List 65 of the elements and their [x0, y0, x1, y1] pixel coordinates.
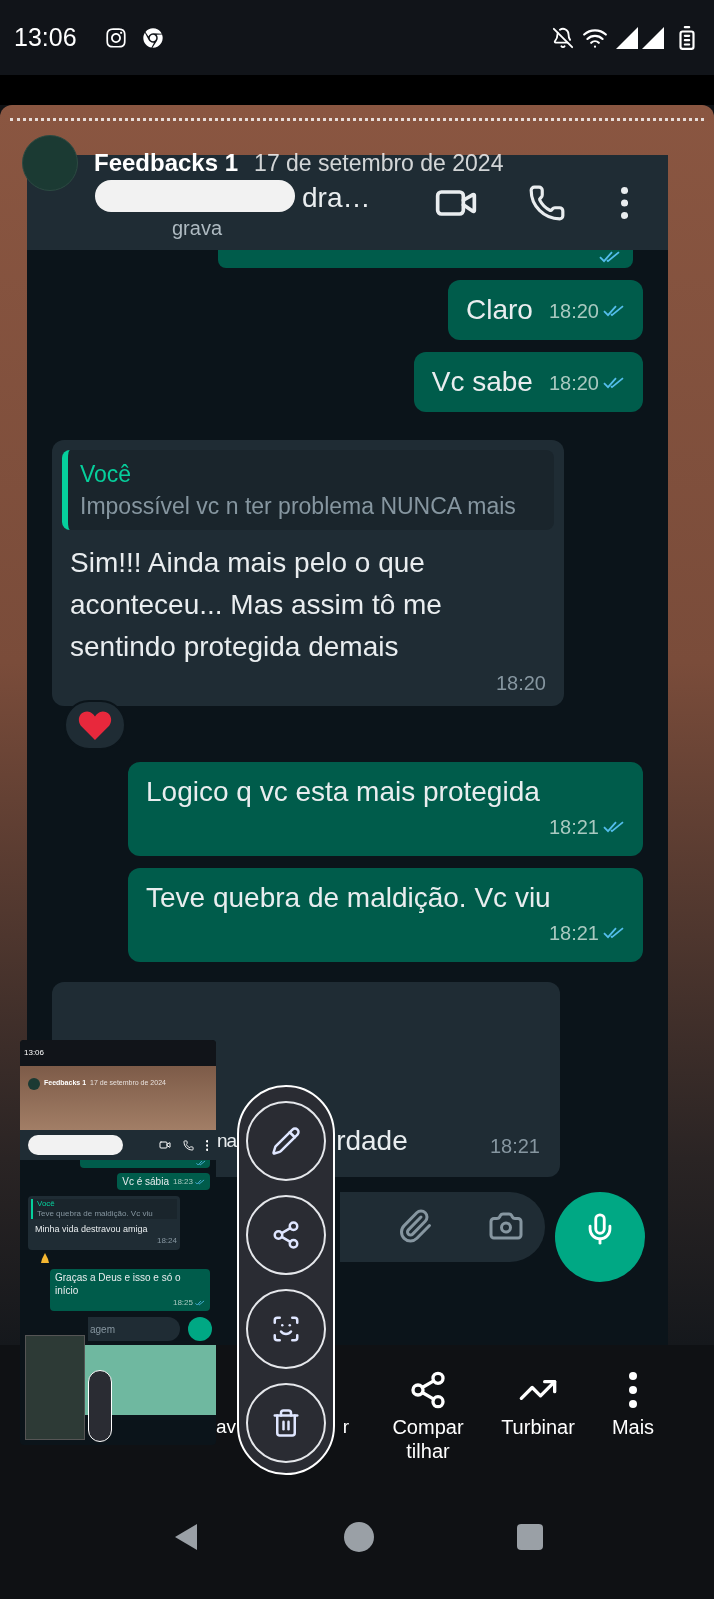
message-time: 18:20	[495, 671, 547, 696]
quoted-message[interactable]: Você Impossível vc n ter problema NUNCA mais	[62, 450, 554, 530]
contact-name: dra…	[302, 180, 371, 215]
action-button[interactable]: r	[336, 1365, 356, 1439]
home-button[interactable]	[344, 1522, 374, 1552]
signal-icon	[616, 26, 666, 49]
message-text: Minha vida destravou amiga	[34, 1223, 149, 1235]
nested-toolbar	[88, 1370, 112, 1442]
toolbar-button[interactable]	[246, 1289, 326, 1369]
message-time: 18:23	[172, 1176, 193, 1188]
action-button[interactable]: Mais	[588, 1365, 678, 1439]
mute-icon	[552, 26, 574, 49]
quoted-message[interactable]: Você Teve quebra de maldição. Vc viu	[31, 1199, 177, 1219]
more-icon	[629, 1372, 637, 1408]
quote-author: Você	[80, 460, 133, 489]
toolbar-button[interactable]	[246, 1383, 326, 1463]
more-icon	[205, 1139, 208, 1151]
pencil-icon	[271, 1126, 301, 1156]
video-call-icon	[158, 1139, 171, 1151]
message-time: 18:24	[156, 1235, 177, 1247]
action-button[interactable]: av	[216, 1365, 236, 1439]
story-title: Feedbacks 1	[94, 148, 239, 178]
recents-button[interactable]	[516, 1524, 543, 1550]
quote-author: Você	[37, 1199, 56, 1209]
mic-button	[188, 1317, 212, 1341]
screenshot-scan-icon	[271, 1314, 301, 1344]
toolbar-button[interactable]	[246, 1101, 326, 1181]
phone-icon	[182, 1139, 194, 1151]
input-placeholder: agem	[90, 1322, 115, 1337]
message-time: 18:21	[489, 1134, 540, 1159]
share-icon	[408, 1370, 448, 1410]
more-icon[interactable]	[620, 186, 628, 219]
message-input[interactable]	[340, 1192, 545, 1262]
message-text: na	[217, 1129, 237, 1153]
instagram-icon	[104, 26, 127, 49]
chrome-icon	[142, 27, 163, 48]
heart-icon	[78, 710, 112, 740]
message-time: 18:25	[172, 1297, 193, 1309]
message-time: 18:21	[548, 921, 599, 946]
message-text: Logico q vc esta mais protegida	[146, 775, 540, 809]
message-text: Vc é sábia	[122, 1175, 169, 1188]
trash-icon	[271, 1408, 301, 1438]
message-text: rdade	[336, 1124, 408, 1158]
message-time: 18:20	[548, 371, 599, 396]
message-time: 18:21	[548, 815, 599, 840]
quote-text: Teve quebra de maldição. Vc viu	[37, 1209, 154, 1219]
action-button[interactable]: Compar tilhar	[378, 1365, 478, 1463]
quote-text: Impossível vc n ter problema NUNCA mais	[80, 492, 517, 521]
paperclip-icon[interactable]	[397, 1208, 433, 1244]
message-text: Claro	[466, 293, 533, 327]
contact-status: grava	[172, 215, 224, 241]
story-avatar	[22, 135, 78, 191]
message-text: Graças a Deus e isso e só o início	[55, 1271, 182, 1297]
story-date: 17 de setembro de 2024	[254, 148, 504, 178]
action-button[interactable]: Turbinar	[488, 1365, 588, 1439]
message-text: Sim!!! Ainda mais pelo o que aconteceu... Mas assim tô me sentindo protegida demais	[69, 546, 443, 664]
message-text: Vc sabe	[431, 365, 533, 399]
message-text: Teve quebra de maldição. Vc viu	[146, 881, 551, 915]
status-time: 13:06	[24, 1047, 45, 1059]
toolbar-button[interactable]	[246, 1195, 326, 1275]
share-icon	[271, 1220, 301, 1250]
story-avatar	[28, 1078, 40, 1090]
message-time: 18:20	[548, 299, 599, 324]
phone-icon[interactable]	[527, 183, 566, 222]
status-time: 13:06	[14, 21, 77, 53]
